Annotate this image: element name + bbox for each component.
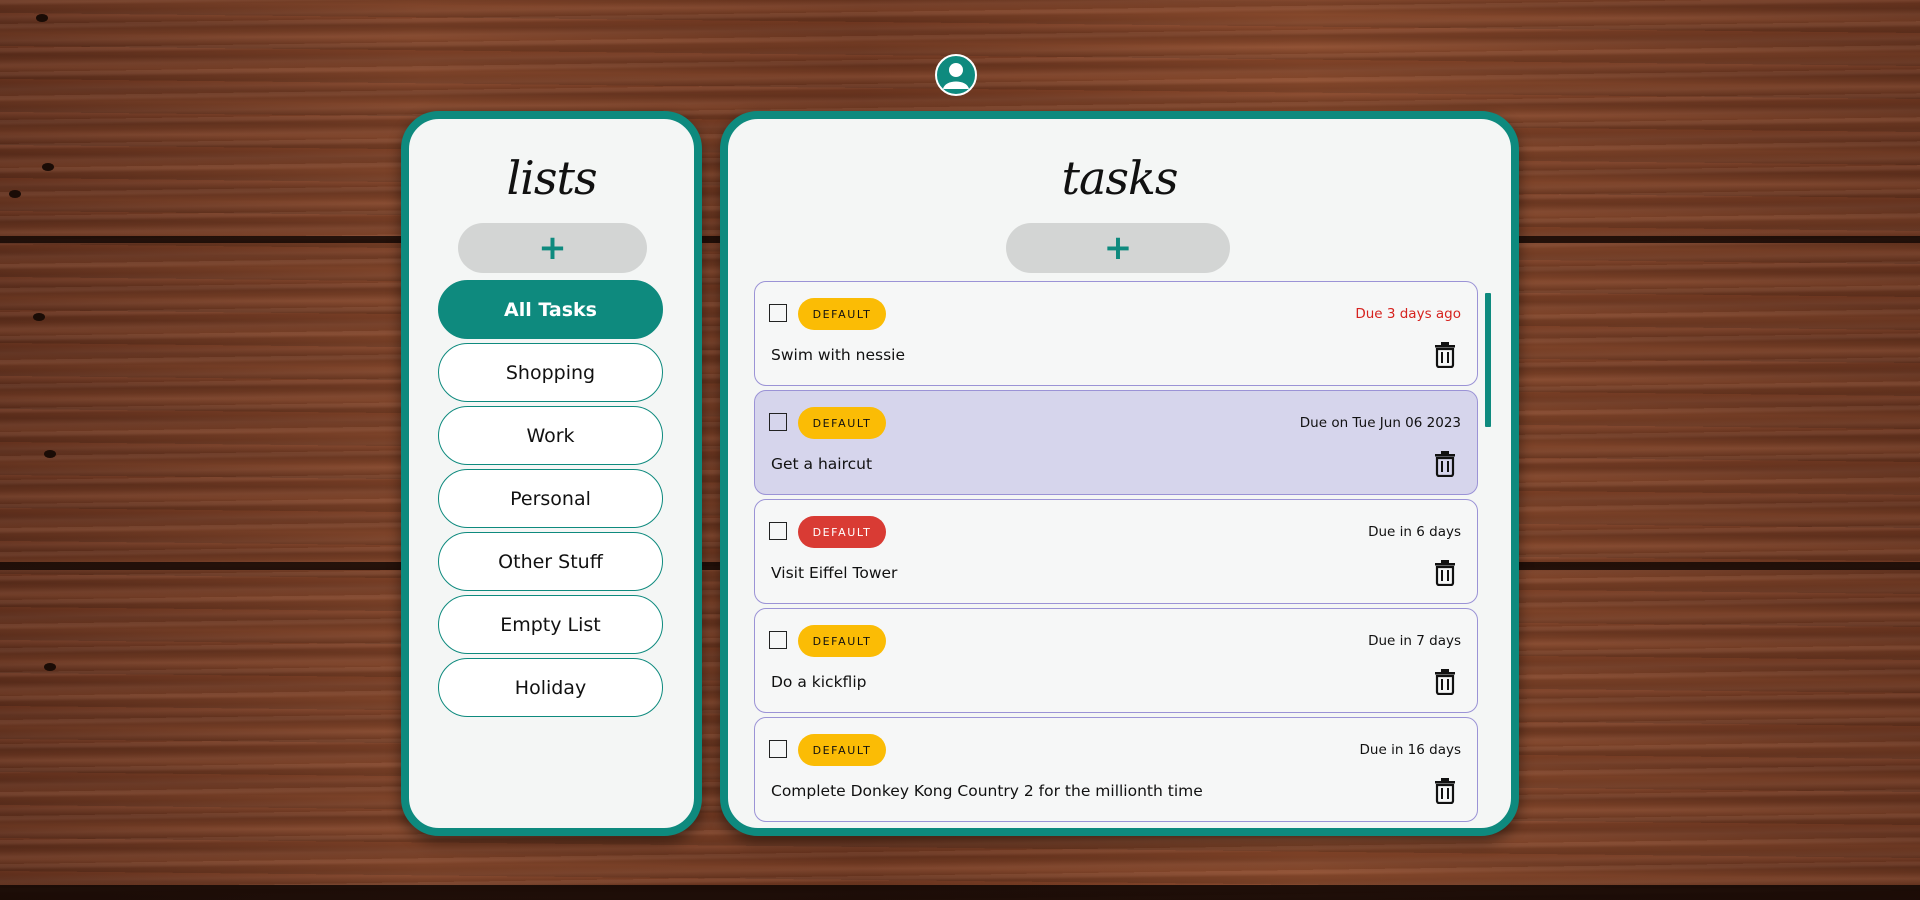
user-avatar-icon — [943, 63, 969, 89]
trash-icon[interactable] — [1434, 560, 1456, 586]
add-task-button[interactable]: + — [1006, 223, 1230, 273]
task-due-date: Due on Tue Jun 06 2023 — [1299, 415, 1461, 431]
task-card[interactable]: DEFAULT Due on Tue Jun 06 2023 Get a hairc… — [754, 390, 1478, 495]
lists-panel: lists + All Tasks Shopping Work Personal Oth… — [401, 111, 702, 836]
tasks-panel: tasks + DEFAULT Due 3 days ago Swim with n… — [720, 111, 1519, 836]
task-checkbox[interactable] — [769, 522, 787, 540]
list-item-label: All Tasks — [504, 298, 597, 321]
task-name: Visit Eiffel Tower — [771, 564, 898, 582]
task-tag-badge[interactable]: DEFAULT — [798, 516, 886, 548]
task-checkbox[interactable] — [769, 631, 787, 649]
list-item[interactable]: Work — [438, 406, 663, 465]
task-name: Swim with nessie — [771, 346, 906, 364]
trash-icon[interactable] — [1434, 669, 1456, 695]
task-card[interactable]: DEFAULT Due 3 days ago Swim with nessie — [754, 281, 1478, 386]
list-item[interactable]: Holiday — [438, 658, 663, 717]
wood-knot — [33, 313, 45, 321]
tasks-title: tasks — [1061, 151, 1179, 205]
plus-icon: + — [538, 228, 567, 268]
wood-knot — [9, 190, 21, 198]
task-tag-badge[interactable]: DEFAULT — [798, 625, 886, 657]
task-card[interactable]: DEFAULT Due in 6 days Visit Eiffel Tower — [754, 499, 1478, 604]
task-checkbox[interactable] — [769, 304, 787, 322]
list-item[interactable]: Empty List — [438, 595, 663, 654]
task-name: Get a haircut — [771, 455, 873, 473]
trash-icon[interactable] — [1434, 451, 1456, 477]
lists-title: lists — [506, 151, 597, 205]
task-due-date: Due in 6 days — [1368, 524, 1461, 540]
task-card[interactable]: DEFAULT Due in 7 days Do a kickflip — [754, 608, 1478, 713]
list-item-label: Work — [526, 424, 575, 447]
trash-icon[interactable] — [1434, 342, 1456, 368]
task-tag-badge[interactable]: DEFAULT — [798, 407, 886, 439]
task-checkbox[interactable] — [769, 740, 787, 758]
list-item[interactable]: Other Stuff — [438, 532, 663, 591]
task-tag-badge[interactable]: DEFAULT — [798, 734, 886, 766]
list-item[interactable]: All Tasks — [438, 280, 663, 339]
list-item-label: Personal — [510, 487, 591, 510]
user-avatar-button[interactable] — [935, 54, 977, 96]
task-tag-badge[interactable]: DEFAULT — [798, 298, 886, 330]
list-item-label: Other Stuff — [498, 550, 603, 573]
list-item-label: Holiday — [514, 676, 587, 699]
list-item[interactable]: Personal — [438, 469, 663, 528]
tasks-scrollbar[interactable] — [1485, 293, 1491, 427]
task-due-date: Due in 16 days — [1359, 742, 1461, 758]
task-card[interactable]: DEFAULT Due in 16 days Complete Donkey Kon… — [754, 717, 1478, 822]
wood-knot — [44, 663, 56, 671]
task-name: Do a kickflip — [771, 673, 867, 691]
trash-icon[interactable] — [1434, 778, 1456, 804]
task-due-date: Due 3 days ago — [1355, 306, 1461, 322]
list-item[interactable]: Shopping — [438, 343, 663, 402]
list-item-label: Shopping — [505, 361, 596, 384]
list-item-label: Empty List — [500, 613, 601, 636]
add-list-button[interactable]: + — [458, 223, 647, 273]
plus-icon: + — [1103, 228, 1133, 268]
wood-knot — [42, 163, 54, 171]
wood-knot — [44, 450, 56, 458]
wood-knot — [36, 14, 48, 22]
task-due-date: Due in 7 days — [1368, 633, 1461, 649]
task-checkbox[interactable] — [769, 413, 787, 431]
task-name: Complete Donkey Kong Country 2 for the m… — [771, 782, 1203, 800]
